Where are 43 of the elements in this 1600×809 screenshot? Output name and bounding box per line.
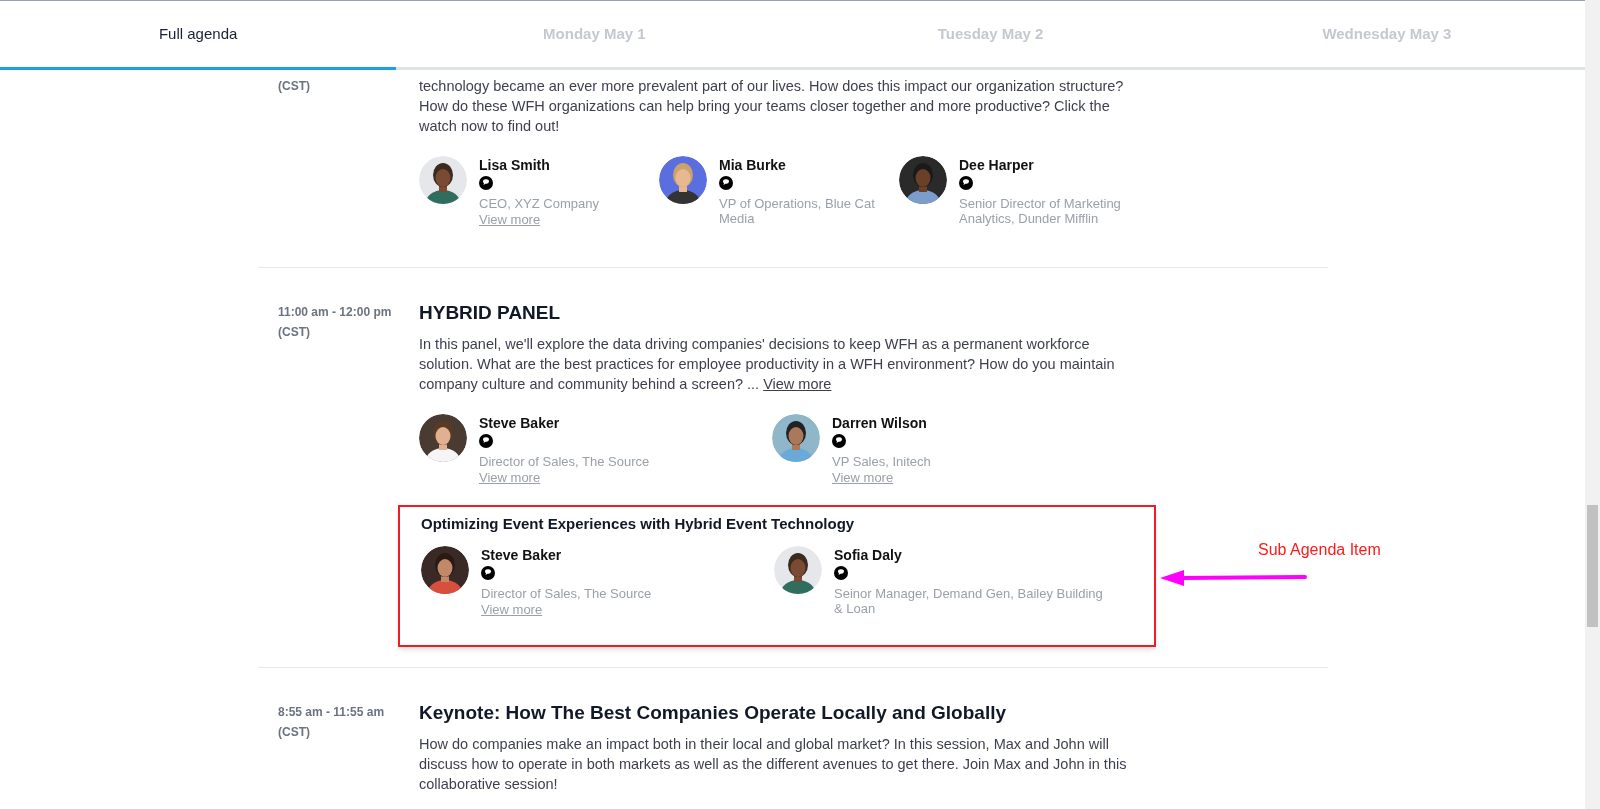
chat-icon[interactable] [834, 566, 848, 580]
speaker-name: Steve Baker [479, 414, 561, 432]
speaker-role: VP Sales, Initech [832, 454, 931, 469]
speaker-name: Dee Harper [959, 156, 1035, 174]
chat-icon[interactable] [959, 176, 973, 190]
speaker-role: Seinor Manager, Demand Gen, Bailey Building & Loan [834, 586, 1104, 616]
chat-icon[interactable] [832, 434, 846, 448]
session-title: HYBRID PANEL [419, 301, 562, 325]
session-description: How do companies make an impact both in their local and global market? In this session, Max and John will discuss how to operate in both markets as well as the different avenues to get there. Join Max and John in this collaborative session! [419, 735, 1128, 794]
session-time: 8:55 am - 11:55 am [278, 704, 386, 721]
speaker-role: CEO, XYZ Company [479, 196, 599, 211]
session-description: In this panel, we'll explore the data driving companies' decisions to keep WFH as a permanent workforce solution. What are the best practices for employee productivity in a WFH environment? How do you maintain company culture and community behind a screen? ... View more [419, 335, 1116, 394]
session-timezone: (CST) [278, 324, 311, 341]
speaker-name: Darren Wilson [832, 414, 928, 432]
view-more-link[interactable]: View more [479, 211, 541, 229]
tab[interactable]: Tuesday May 2 [792, 1, 1189, 70]
speaker-name: Steve Baker [481, 546, 563, 564]
chat-icon[interactable] [481, 566, 495, 580]
view-more-link[interactable]: View more [479, 469, 541, 487]
annotation-label: Sub Agenda Item [1258, 540, 1381, 560]
tab[interactable]: Full agenda [0, 1, 397, 70]
view-more-link[interactable]: View more [763, 376, 832, 392]
session-time: 11:00 am - 12:00 pm [278, 304, 393, 321]
scrollbar[interactable] [1585, 0, 1600, 809]
chat-icon[interactable] [479, 434, 493, 448]
tab[interactable]: Monday May 1 [396, 1, 793, 70]
speaker-name: Sofia Daly [834, 546, 903, 564]
session-timezone: (CST) [278, 724, 311, 741]
chat-icon[interactable] [479, 176, 493, 190]
session-timezone: (CST) [278, 78, 311, 95]
speaker-name: Mia Burke [719, 156, 787, 174]
sub-item-title: Optimizing Event Experiences with Hybrid Event Technology [421, 514, 856, 534]
speaker-role: Director of Sales, The Source [479, 454, 650, 469]
speaker-role: VP of Operations, Blue Cat Media [719, 196, 876, 226]
chat-icon[interactable] [719, 176, 733, 190]
session-title: Keynote: How The Best Companies Operate Locally and Globally [419, 701, 1007, 725]
speaker-name: Lisa Smith [479, 156, 551, 174]
view-more-link[interactable]: View more [832, 469, 894, 487]
session-description: technology became an ever more prevalent part of our lives. How does this impact our organization structure? How do these WFH organizations can help bring your teams closer together and more productive? Click the watch now to find out! [419, 77, 1125, 136]
view-more-link[interactable]: View more [481, 601, 543, 619]
speaker-role: Senior Director of Marketing Analytics, Dunder Mifflin [959, 196, 1122, 226]
speaker-role: Director of Sales, The Source [481, 586, 652, 601]
scrollbar-thumb[interactable] [1587, 505, 1598, 627]
